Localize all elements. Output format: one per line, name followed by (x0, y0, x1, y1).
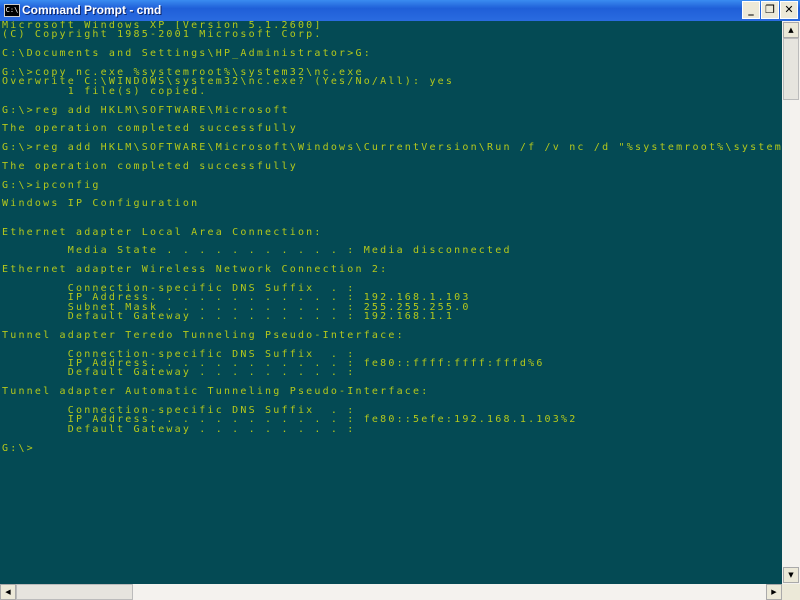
console-line: G:\> (2, 442, 35, 454)
console-line: (C) Copyright 1985-2001 Microsoft Corp. (2, 29, 323, 41)
close-button[interactable]: ✕ (780, 1, 798, 19)
command-prompt-window: C:\ Command Prompt - cmd _ ❐ ✕ Microsoft… (0, 0, 800, 600)
console-line: The operation completed successfully (2, 123, 298, 135)
scroll-right-button[interactable]: ▶ (766, 584, 782, 600)
console-line: 1 file(s) copied. (2, 85, 208, 97)
horizontal-scroll-thumb[interactable] (16, 584, 133, 600)
horizontal-scrollbar[interactable]: ◀ ▶ (0, 584, 782, 600)
console-line: Default Gateway . . . . . . . . . : (2, 423, 356, 435)
title-bar[interactable]: C:\ Command Prompt - cmd _ ❐ ✕ (0, 0, 800, 21)
vertical-scrollbar[interactable]: ▲ ▼ (782, 21, 800, 584)
console-line: The operation completed successfully (2, 160, 298, 172)
console-line: Ethernet adapter Local Area Connection: (2, 226, 323, 238)
console-line: Media State . . . . . . . . . . . : Medi… (2, 245, 512, 257)
console-line: Default Gateway . . . . . . . . . : 192.… (2, 311, 455, 323)
resize-corner[interactable] (782, 584, 800, 600)
console-line: Tunnel adapter Teredo Tunneling Pseudo-I… (2, 329, 405, 341)
console-line: Tunnel adapter Automatic Tunneling Pseud… (2, 386, 430, 398)
scroll-up-button[interactable]: ▲ (783, 22, 799, 38)
console-line: G:\>reg add HKLM\SOFTWARE\Microsoft (2, 104, 290, 116)
console-line: G:\>ipconfig (2, 179, 101, 191)
console-lines: Microsoft Windows XP [Version 5.1.2600](… (2, 21, 782, 453)
minimize-button[interactable]: _ (742, 1, 760, 19)
restore-button[interactable]: ❐ (761, 1, 779, 19)
console-line: Windows IP Configuration (2, 198, 200, 210)
cmd-icon[interactable]: C:\ (4, 4, 20, 17)
scroll-down-button[interactable]: ▼ (783, 567, 799, 583)
console-output[interactable]: Microsoft Windows XP [Version 5.1.2600](… (0, 21, 782, 584)
console-line: G:\>reg add HKLM\SOFTWARE\Microsoft\Wind… (2, 142, 782, 154)
console-line: Default Gateway . . . . . . . . . : (2, 367, 356, 379)
console-line: Ethernet adapter Wireless Network Connec… (2, 264, 389, 276)
window-title: Command Prompt - cmd (22, 3, 162, 17)
console-line: C:\Documents and Settings\HP_Administrat… (2, 48, 372, 60)
scroll-left-button[interactable]: ◀ (0, 584, 16, 600)
vertical-scroll-thumb[interactable] (783, 38, 799, 100)
